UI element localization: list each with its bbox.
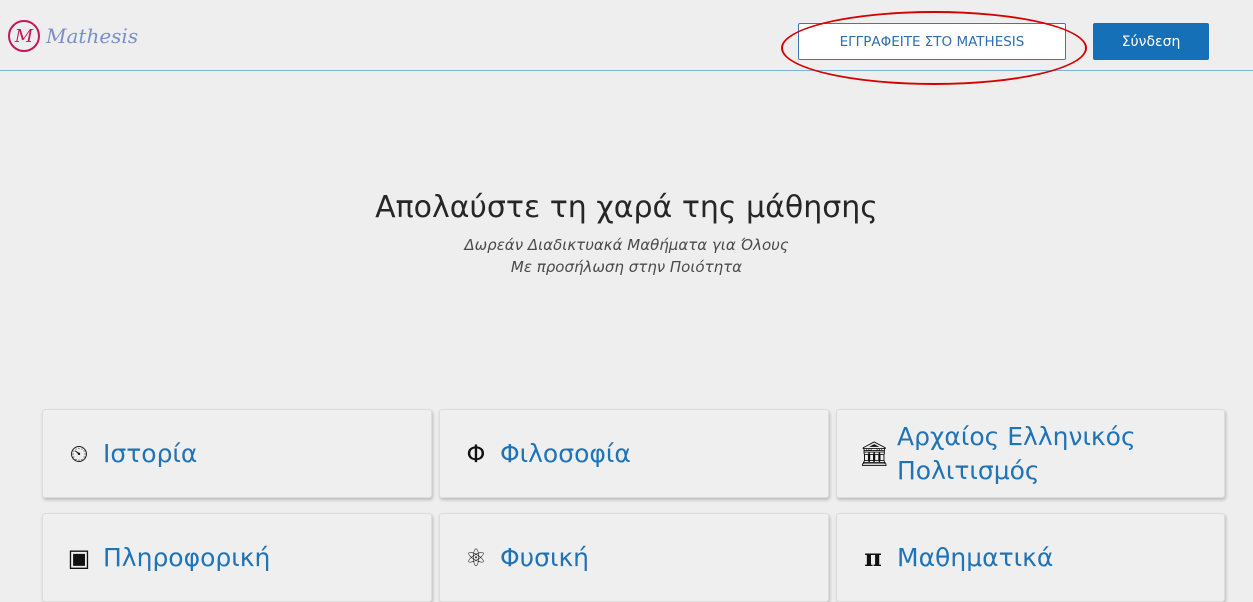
category-label: Φυσική	[500, 542, 590, 572]
hero-subtitle-line1: Δωρεάν Διαδικτυακά Μαθήματα για Όλους	[464, 236, 789, 254]
category-label: Φιλοσοφία	[500, 438, 631, 468]
phi-icon: Φ	[466, 439, 486, 468]
hero-title: Απολαύστε τη χαρά της μάθησης	[375, 190, 878, 225]
pi-icon: π	[864, 542, 882, 572]
category-label: Μαθηματικά	[897, 542, 1054, 572]
category-label: Πληροφορική	[103, 542, 271, 572]
category-computer-science[interactable]: ▣ Πληροφορική	[42, 513, 432, 602]
register-button[interactable]: ΕΓΓΡΑΦΕΙΤΕ ΣΤΟ MATHESIS	[798, 23, 1066, 60]
atom-icon: ⚛	[465, 543, 487, 572]
category-label: Αρχαίος Ελληνικός Πολιτισμός	[897, 421, 1136, 485]
clock-history-icon: ⏲	[69, 439, 89, 468]
category-philosophy[interactable]: Φ Φιλοσοφία	[439, 409, 829, 498]
ancient-temple-icon: 🏛	[859, 439, 890, 468]
login-button[interactable]: Σύνδεση	[1093, 23, 1209, 60]
category-physics[interactable]: ⚛ Φυσική	[439, 513, 829, 602]
cpu-chip-icon: ▣	[67, 543, 91, 572]
category-ancient-greek-civilization[interactable]: 🏛 Αρχαίος Ελληνικός Πολιτισμός	[836, 409, 1225, 498]
hero-subtitle-line2: Με προσήλωση στην Ποιότητα	[510, 258, 743, 276]
logo-mark-icon: M	[8, 20, 40, 52]
category-history[interactable]: ⏲ Ιστορία	[42, 409, 432, 498]
category-label: Ιστορία	[103, 438, 198, 468]
mathesis-logo[interactable]: M Mathesis	[8, 18, 138, 54]
page: M Mathesis ΕΓΓΡΑΦΕΙΤΕ ΣΤΟ MATHESIS Σύνδε…	[0, 0, 1253, 602]
logo-text: Mathesis	[46, 24, 139, 48]
top-header: M Mathesis ΕΓΓΡΑΦΕΙΤΕ ΣΤΟ MATHESIS Σύνδε…	[0, 0, 1253, 85]
category-mathematics[interactable]: π Μαθηματικά	[836, 513, 1225, 602]
